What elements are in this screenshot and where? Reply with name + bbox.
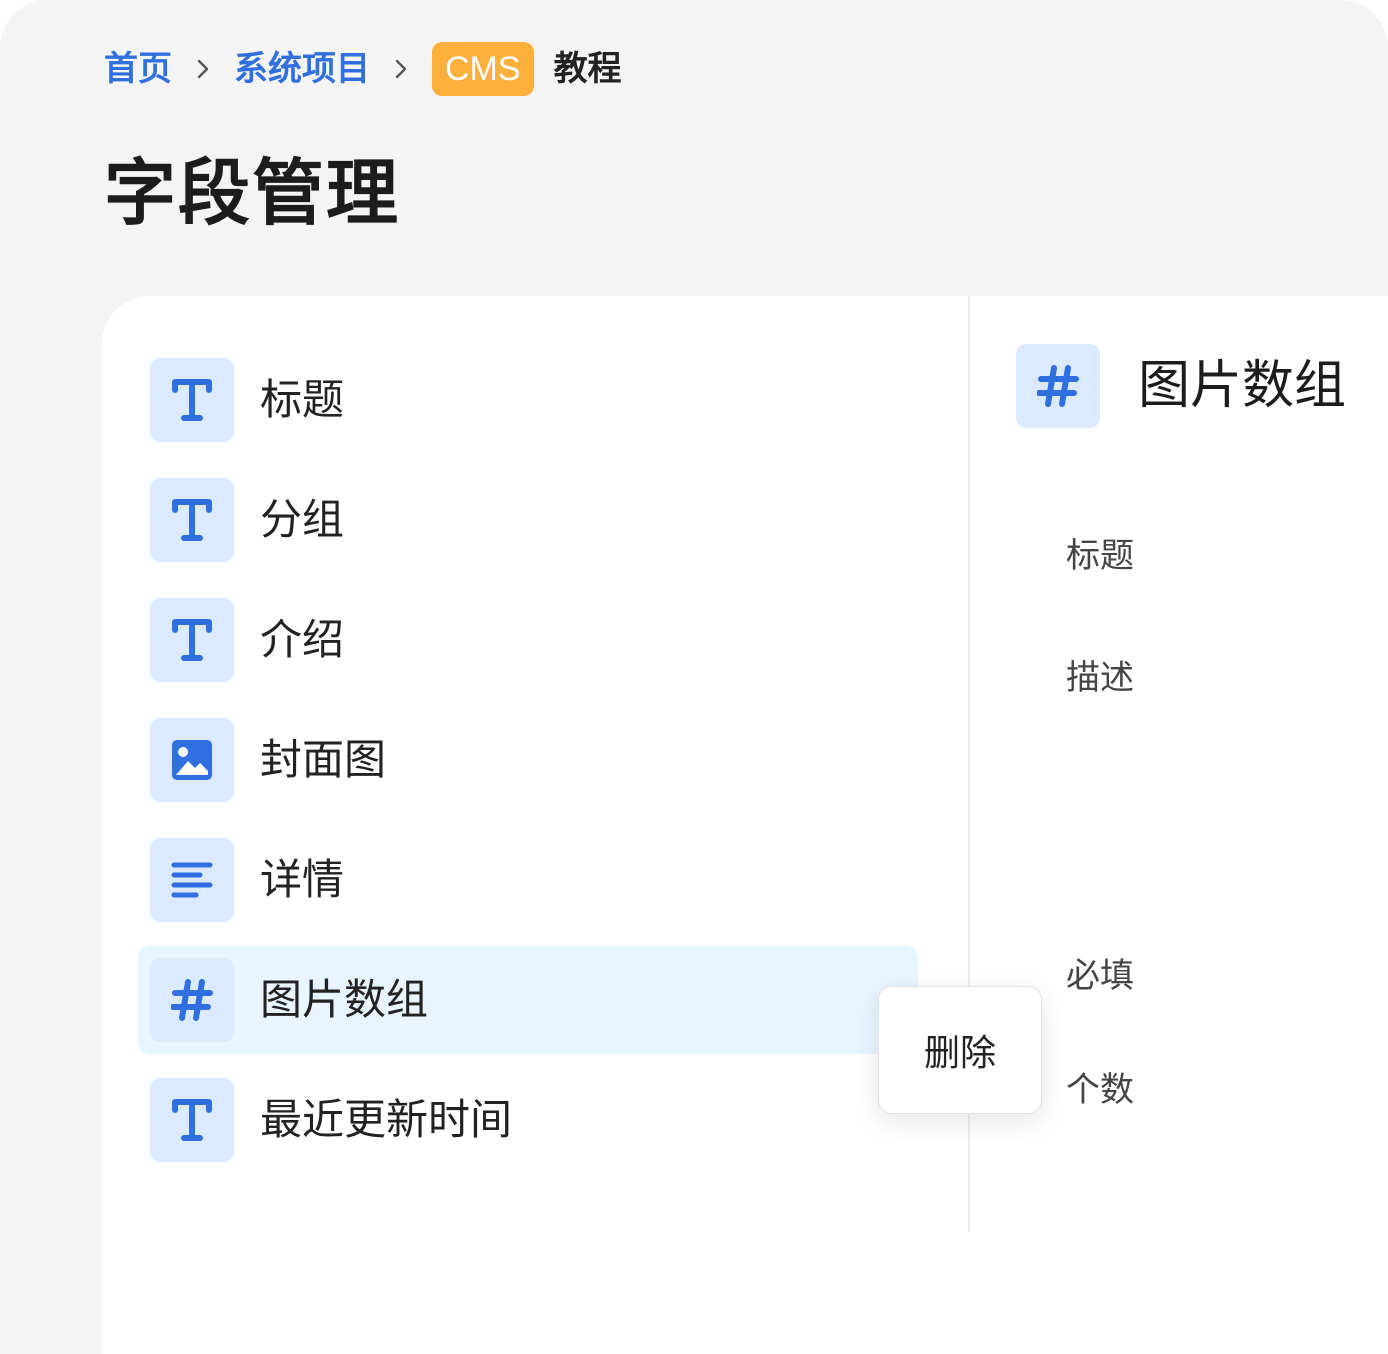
paragraph-icon [150, 838, 234, 922]
field-item-cover-image[interactable]: 封面图 [138, 706, 918, 814]
field-management-panel: 标题 分组 介绍 封面图 详情 图片数组 最近更新时间 删除 图片数组 标题 描… [102, 296, 1388, 1354]
field-item-image-array[interactable]: 图片数组 [138, 946, 918, 1054]
page-title: 字段管理 [104, 151, 401, 235]
breadcrumb: 首页 系统项目 CMS 教程 [104, 40, 622, 98]
field-label: 封面图 [260, 735, 387, 784]
detail-header: 图片数组 [1016, 344, 1388, 428]
property-count-label: 个数 [1066, 1070, 1134, 1110]
text-type-icon [150, 358, 234, 442]
cms-badge[interactable]: CMS [432, 42, 534, 96]
delete-menu-item[interactable]: 删除 [924, 1024, 996, 1076]
field-item-last-updated[interactable]: 最近更新时间 [138, 1066, 918, 1174]
property-title-label: 标题 [1066, 536, 1134, 576]
field-detail-panel: 图片数组 标题 描述 必填 个数 [1016, 344, 1388, 1244]
hash-icon [1016, 344, 1100, 428]
hash-icon [150, 958, 234, 1042]
field-item-details[interactable]: 详情 [138, 826, 918, 934]
text-type-icon [150, 1078, 234, 1162]
image-icon [150, 718, 234, 802]
chevron-right-icon [370, 40, 432, 98]
property-required-label: 必填 [1066, 956, 1134, 996]
property-description-label: 描述 [1066, 658, 1134, 698]
field-list: 标题 分组 介绍 封面图 详情 图片数组 最近更新时间 [138, 346, 918, 1186]
field-item-intro[interactable]: 介绍 [138, 586, 918, 694]
field-item-group[interactable]: 分组 [138, 466, 918, 574]
breadcrumb-home-link[interactable]: 首页 [104, 40, 172, 98]
app-frame: 首页 系统项目 CMS 教程 字段管理 标题 分组 介绍 封面图 详情 图片数组… [0, 0, 1388, 1354]
field-label: 介绍 [260, 615, 345, 664]
breadcrumb-current: 教程 [553, 49, 622, 89]
detail-title: 图片数组 [1138, 356, 1347, 416]
field-label: 图片数组 [260, 975, 429, 1024]
field-label: 最近更新时间 [260, 1095, 513, 1144]
field-label: 详情 [260, 855, 345, 904]
field-item-title[interactable]: 标题 [138, 346, 918, 454]
text-type-icon [150, 598, 234, 682]
field-label: 标题 [260, 375, 345, 424]
breadcrumb-project-link[interactable]: 系统项目 [234, 40, 370, 98]
text-type-icon [150, 478, 234, 562]
field-label: 分组 [260, 495, 345, 544]
chevron-right-icon [172, 40, 234, 98]
